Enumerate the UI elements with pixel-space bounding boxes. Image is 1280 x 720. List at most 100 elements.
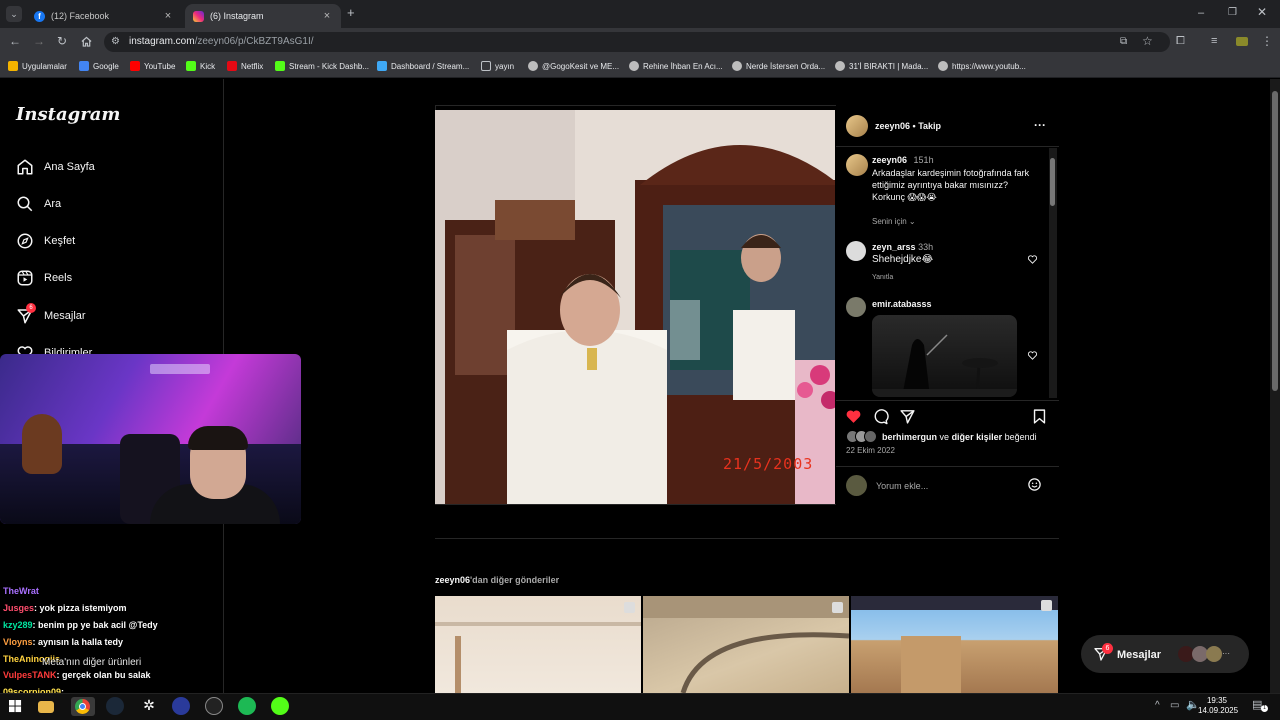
site-info-icon[interactable]: ⚙ — [111, 36, 120, 48]
author-avatar[interactable] — [846, 115, 868, 137]
bookmark-item[interactable]: YouTube — [130, 61, 175, 71]
translate-toggle[interactable]: Senin için ⌄ — [872, 217, 916, 226]
liker-avatars[interactable] — [846, 430, 880, 443]
nav-item-messages[interactable]: 6 Mesajlar — [16, 303, 86, 326]
comment-image[interactable] — [872, 315, 1017, 397]
kick-icon — [186, 61, 196, 71]
chat-username: Jusges — [3, 603, 35, 613]
bookmark-star-icon[interactable]: ☆ — [1142, 35, 1153, 47]
bookmark-item[interactable]: @GogoKesit ve ME... — [528, 61, 619, 71]
bookmark-item[interactable]: Uygulamalar — [8, 61, 67, 71]
bookmark-label: Google — [93, 61, 119, 71]
messages-badge: 6 — [1102, 643, 1113, 654]
likes-summary[interactable]: berhimergun ve diğer kişiler beğendi — [882, 432, 1037, 442]
share-icon[interactable] — [899, 408, 916, 425]
bookmark-item[interactable]: Nerde İstersen Orda... — [732, 61, 825, 71]
windows-start-icon[interactable] — [9, 700, 22, 713]
kick-app-icon[interactable] — [271, 697, 289, 715]
section-divider — [435, 538, 1059, 539]
app-icon[interactable] — [172, 697, 190, 715]
comments-scrollbar[interactable] — [1049, 148, 1057, 398]
tab-search-button[interactable]: ⌄ — [6, 6, 22, 22]
chat-username: kzy289 — [3, 620, 33, 630]
page-scrollbar[interactable] — [1270, 79, 1280, 693]
forward-icon[interactable]: → — [33, 35, 45, 47]
more-post-thumbnail[interactable] — [851, 596, 1058, 693]
chat-text: : gerçek olan bu salak — [56, 670, 151, 680]
install-app-icon[interactable]: ⧉ — [1120, 36, 1127, 48]
comment-text: Shehejdjke😂 — [872, 254, 934, 265]
chat-text: : aynısın la halla tedy — [32, 637, 124, 647]
bookmark-item[interactable]: yayın — [481, 61, 514, 71]
bookmark-label: Rehine İhban En Acı... — [643, 61, 723, 71]
caption-avatar[interactable] — [846, 154, 868, 176]
url-text: instagram.com/zeeyn06/p/CkBZT9AsG1I/ — [129, 36, 314, 47]
reading-list-icon[interactable]: ≡ — [1211, 35, 1217, 47]
close-tab-icon[interactable]: × — [162, 10, 174, 22]
comment-like-icon[interactable] — [1027, 350, 1038, 361]
post-options-icon[interactable]: ··· — [1034, 118, 1046, 132]
bookmark-item[interactable]: Dashboard / Stream... — [377, 61, 469, 71]
close-tab-icon[interactable]: × — [321, 10, 333, 22]
post-author-name[interactable]: zeeyn06 • Takip — [875, 121, 941, 131]
tray-chevron-icon[interactable]: ^ — [1155, 700, 1160, 712]
chrome-taskbar-icon[interactable] — [71, 697, 95, 716]
bookmark-item[interactable]: Rehine İhban En Acı... — [629, 61, 723, 71]
post-header-divider — [836, 146, 1059, 147]
bookmark-item[interactable]: Kick — [186, 61, 215, 71]
comment-bubble-icon[interactable] — [872, 408, 889, 425]
bookmark-item[interactable]: Netflix — [227, 61, 263, 71]
more-post-thumbnail[interactable] — [643, 596, 849, 693]
comment-username[interactable]: emir.atabasss — [872, 299, 932, 309]
new-tab-icon[interactable]: + — [347, 6, 355, 19]
menu-kebab-icon[interactable]: ⋮ — [1261, 35, 1273, 47]
more-post-thumbnail[interactable] — [435, 596, 641, 693]
obs-icon[interactable] — [205, 697, 223, 715]
nav-label: Mesajlar — [44, 310, 86, 322]
reply-button[interactable]: Yanıtla — [872, 274, 893, 281]
app-grid-icon[interactable]: ✲ — [139, 697, 159, 716]
emoji-icon[interactable] — [1027, 477, 1042, 492]
my-avatar[interactable] — [846, 475, 867, 496]
comment-input[interactable]: Yorum ekle... — [876, 481, 928, 491]
instagram-logo[interactable]: Instagram — [16, 104, 120, 125]
nav-item-home[interactable]: Ana Sayfa — [16, 157, 95, 177]
steam-icon[interactable] — [106, 697, 124, 715]
commenter-avatar[interactable] — [846, 241, 866, 261]
nav-item-search[interactable]: Ara — [16, 194, 61, 214]
meta-products-text: Meta'nın diğer ürünleri — [42, 657, 142, 668]
tab-instagram[interactable]: (6) Instagram × — [185, 4, 341, 28]
profile-extension-icon[interactable] — [1236, 37, 1248, 46]
system-clock[interactable]: 19:35 14.09.2025 — [1198, 696, 1238, 716]
apps-grid-icon — [8, 61, 18, 71]
post-photo[interactable]: 21/5/2003 — [435, 110, 835, 504]
bookmark-item[interactable]: Google — [79, 61, 119, 71]
bookmark-label: https://www.youtub... — [952, 61, 1026, 71]
instagram-icon — [193, 10, 204, 22]
bookmark-label: 31'İ BIRAKTI | Mada... — [849, 61, 929, 71]
file-explorer-icon[interactable] — [38, 701, 54, 713]
bookmark-item[interactable]: Stream - Kick Dashb... — [275, 61, 369, 71]
chat-message: TheWrat — [3, 586, 39, 596]
nav-item-explore[interactable]: Keşfet — [16, 231, 75, 251]
restore-icon[interactable]: ❐ — [1228, 7, 1237, 19]
spotify-icon[interactable] — [238, 697, 256, 715]
nav-item-reels[interactable]: Reels — [16, 268, 72, 288]
commenter-avatar[interactable] — [846, 297, 866, 317]
window-close-icon[interactable]: ✕ — [1257, 6, 1267, 18]
back-icon[interactable]: ← — [9, 35, 21, 47]
home-button-icon[interactable] — [81, 36, 92, 47]
comment-like-icon[interactable] — [1027, 254, 1038, 265]
bookmark-label: Kick — [200, 61, 216, 71]
minimize-icon[interactable]: – — [1198, 7, 1204, 19]
network-icon[interactable]: ▭ — [1170, 700, 1179, 712]
nav-label: Ara — [44, 198, 62, 210]
bookmark-item[interactable]: https://www.youtub... — [938, 61, 1026, 71]
bookmark-item[interactable]: 31'İ BIRAKTI | Mada... — [835, 61, 928, 71]
tab-facebook[interactable]: f (12) Facebook × — [26, 4, 182, 28]
like-heart-icon[interactable] — [845, 408, 862, 425]
reload-icon[interactable]: ↻ — [57, 35, 67, 47]
globe-icon — [938, 61, 948, 71]
extensions-icon[interactable]: ⧠ — [1176, 35, 1185, 47]
save-bookmark-icon[interactable] — [1031, 408, 1048, 425]
